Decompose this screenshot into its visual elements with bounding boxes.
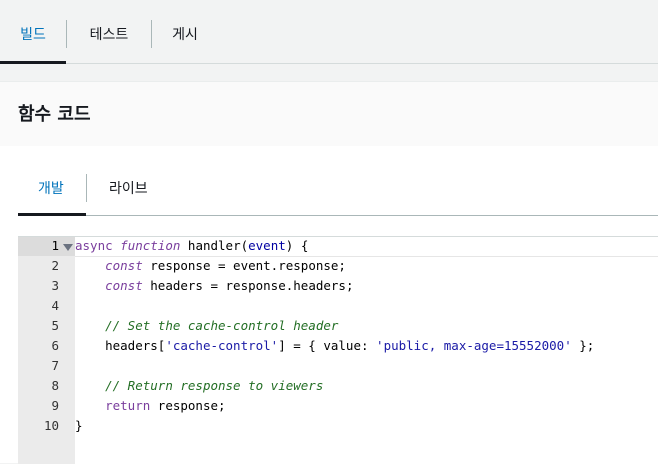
line-number: 3 <box>51 278 59 293</box>
line-number-gutter: 1 2 3 4 5 6 7 8 9 10 <box>18 237 75 464</box>
code-line: async function handler(event) { <box>75 238 309 253</box>
top-tab-bar: 빌드 테스트 게시 <box>0 0 658 64</box>
code-editor[interactable]: 1 2 3 4 5 6 7 8 9 10 async function hand… <box>18 236 658 464</box>
page-title: 함수 코드 <box>18 104 91 125</box>
line-number: 9 <box>51 398 59 413</box>
line-number: 10 <box>43 418 59 433</box>
line-number: 6 <box>51 338 59 353</box>
line-number: 7 <box>51 358 59 373</box>
tab-live[interactable]: 라이브 <box>109 178 148 198</box>
tab-publish[interactable]: 게시 <box>152 0 218 64</box>
code-line: headers['cache-control'] = { value: 'pub… <box>75 338 595 353</box>
sub-tab-divider <box>86 174 87 202</box>
tab-build[interactable]: 빌드 <box>0 0 66 64</box>
line-number: 4 <box>51 298 59 313</box>
sub-tab-border <box>18 215 658 216</box>
code-area[interactable]: async function handler(event) { const re… <box>75 237 658 464</box>
line-number: 8 <box>51 378 59 393</box>
code-line: // Return response to viewers <box>105 378 324 393</box>
code-line: } <box>75 418 83 433</box>
code-line: // Set the cache-control header <box>105 318 339 333</box>
code-line: const response = event.response; <box>105 258 346 273</box>
line-number: 1 <box>51 238 59 253</box>
code-line: return response; <box>105 398 226 413</box>
fold-arrow-icon[interactable] <box>63 244 73 251</box>
panel-header: 함수 코드 <box>0 81 658 147</box>
tab-bar-border <box>0 63 658 64</box>
active-tab-indicator <box>0 61 66 64</box>
line-number: 5 <box>51 318 59 333</box>
tab-test[interactable]: 테스트 <box>67 0 151 64</box>
active-sub-tab-indicator <box>18 213 86 216</box>
line-number: 2 <box>51 258 59 273</box>
code-line: const headers = response.headers; <box>105 278 354 293</box>
tab-development[interactable]: 개발 <box>38 178 64 198</box>
